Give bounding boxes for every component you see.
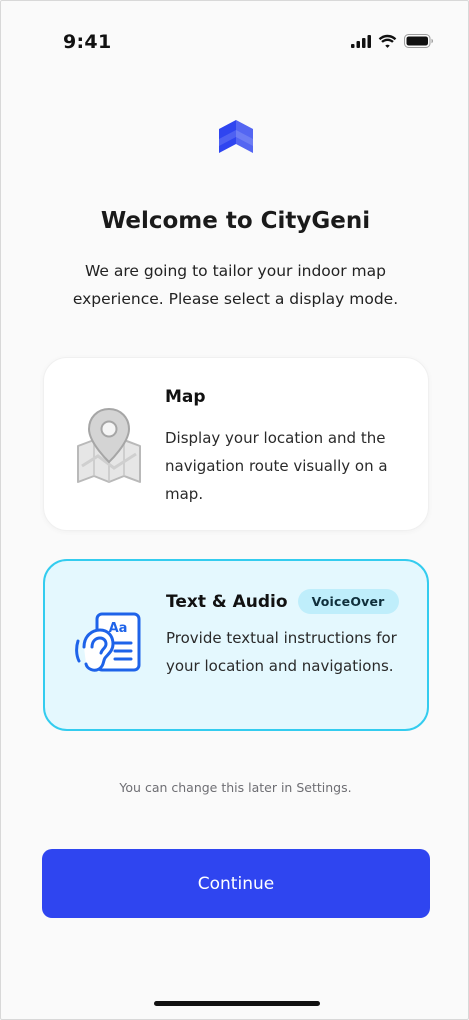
- home-indicator[interactable]: [154, 1001, 320, 1006]
- status-icons: [351, 34, 434, 48]
- phone-screen: 9:41 Welcome to CityGeni We are going to…: [0, 0, 469, 1020]
- option-map-title: Map: [165, 387, 206, 407]
- option-text-audio-title: Text & Audio: [166, 591, 288, 612]
- page-title: Welcome to CityGeni: [100, 208, 371, 234]
- voiceover-badge: VoiceOver: [297, 589, 399, 614]
- option-text-audio-title-row: Text & Audio VoiceOver: [166, 589, 399, 614]
- option-map-description: Display your location and the navigation…: [165, 429, 388, 503]
- settings-hint: You can change this later in Settings.: [119, 780, 352, 795]
- status-time: 9:41: [63, 31, 112, 53]
- battery-icon: [404, 34, 433, 48]
- ear-text-icon: Aa: [75, 612, 141, 672]
- option-map-title-row: Map: [165, 387, 206, 407]
- page-subtitle: We are going to tailor your indoor map e…: [72, 262, 399, 308]
- continue-button[interactable]: Continue: [42, 849, 430, 918]
- map-pin-icon: [77, 407, 141, 483]
- signal-icon: [351, 34, 371, 48]
- option-card-text-audio[interactable]: Aa Text & Audio VoiceOver Provide textua…: [43, 559, 429, 731]
- option-text-audio-description: Provide textual instructions for your lo…: [166, 629, 397, 675]
- svg-text:Aa: Aa: [109, 621, 128, 636]
- layers-logo-icon: [219, 120, 253, 153]
- wifi-icon: [378, 34, 397, 48]
- option-card-map[interactable]: Map Display your location and the naviga…: [43, 357, 429, 531]
- status-bar: 9:41: [1, 1, 468, 81]
